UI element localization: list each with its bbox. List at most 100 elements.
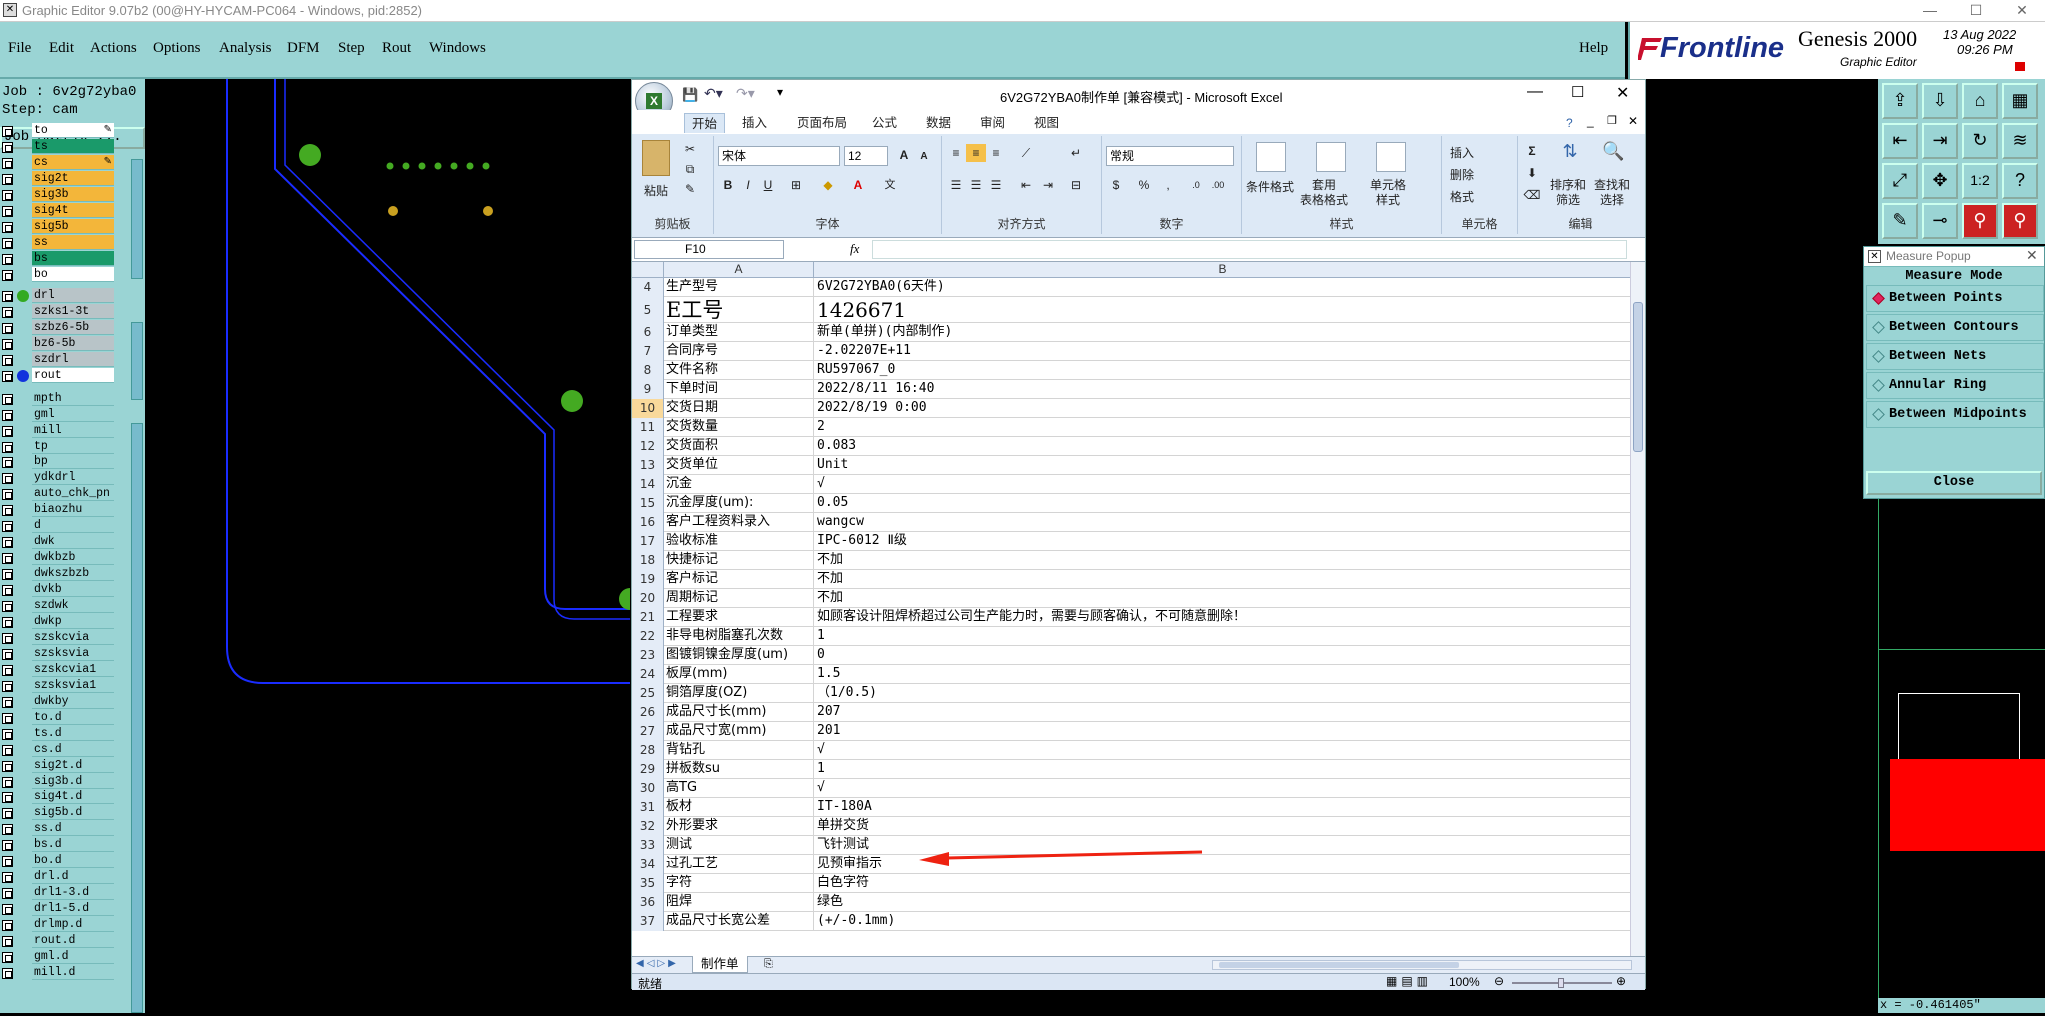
row-number[interactable]: 29 [632,760,664,779]
delete-cells-button[interactable]: 删除 [1450,166,1474,183]
zoom-slider-thumb[interactable] [1558,978,1564,988]
layer-checkbox[interactable] [2,648,13,660]
cell-b[interactable]: √ [814,741,1632,760]
row-number[interactable]: 14 [632,475,664,494]
layer-row[interactable]: szsksvia [0,645,118,662]
decrease-indent-icon[interactable]: ⇤ [1016,176,1036,194]
layer-name[interactable]: dwkszbzb [32,566,114,582]
layer-name[interactable]: rout.d [32,933,114,949]
layer-checkbox[interactable] [2,904,13,916]
layer-row[interactable]: tp [0,438,118,455]
row-number[interactable]: 15 [632,494,664,513]
row-number[interactable]: 21 [632,608,664,627]
layer-name[interactable]: szsksvia1 [32,677,114,693]
layer-row[interactable]: drl.d [0,869,118,885]
qat-customize-icon[interactable]: ▾ [777,85,783,99]
layer-row[interactable]: szks1-3t [0,304,118,320]
layer-name[interactable]: ts [32,139,114,155]
layer-name[interactable]: szskcvia1 [32,661,114,677]
layer-name[interactable]: drlmp.d [32,917,114,933]
layer-row[interactable]: dwkby [0,693,118,710]
cell-a[interactable]: 交货日期 [664,399,814,418]
mode-annular-ring[interactable]: Annular Ring [1866,372,2044,399]
layer-row[interactable]: szdwk [0,598,118,614]
menu-windows[interactable]: Windows [429,40,486,57]
name-box[interactable]: F10 [634,240,784,259]
layer-checkbox[interactable] [2,776,13,788]
layer-row[interactable]: bo.d [0,853,118,869]
layer-checkbox[interactable] [2,840,13,852]
align-middle-icon[interactable]: ≡ [966,144,986,162]
layer-row[interactable]: sig3b.d [0,773,118,790]
layer-name[interactable]: drl [32,288,114,304]
cell-a[interactable]: 快捷标记 [664,551,814,570]
menu-file[interactable]: File [8,40,31,57]
insert-cells-button[interactable]: 插入 [1450,144,1474,161]
menu-help[interactable]: Help [1579,40,1608,57]
worksheet-grid[interactable]: A B 4 生产型号 6V2G72YBA0(6天件) 5 E工号 1426671 6 订单类型… [632,262,1645,956]
row-number[interactable]: 22 [632,627,664,646]
cell-b[interactable]: 不加 [814,570,1632,589]
preview-pane[interactable]: x = -0.461405" [1878,499,2045,1013]
layer-row[interactable]: to.d [0,709,118,726]
cell-a[interactable]: 交货数量 [664,418,814,437]
cell-b[interactable]: IT-180A [814,798,1632,817]
layer-row[interactable]: sig2t [0,171,118,187]
cell-a[interactable]: 验收标准 [664,532,814,551]
orientation-icon[interactable]: ⟋ [1016,144,1036,162]
layer-row[interactable]: drl1-3.d [0,885,118,901]
increase-indent-icon[interactable]: ⇥ [1038,176,1058,194]
sort-filter-button[interactable]: 排序和 筛选 [1550,178,1586,208]
layer-name[interactable]: auto_chk_pn [32,486,114,502]
paste-icon[interactable] [642,140,670,176]
cell-b[interactable]: 2022/8/11 16:40 [814,380,1632,399]
layer-row[interactable]: sig4t [0,203,118,219]
layer-name[interactable]: bo [32,267,114,283]
cell-b[interactable]: 不加 [814,589,1632,608]
h-scroll-thumb[interactable] [1219,962,1459,968]
cell-b[interactable]: 6V2G72YBA0(6天件) [814,278,1632,297]
drill-icon[interactable]: ⊸ [1922,203,1958,239]
layer-row[interactable]: dvkb [0,582,118,598]
paste-button[interactable]: 粘贴 [644,182,668,199]
layer-checkbox[interactable] [2,585,13,597]
layer-name[interactable]: mpth [32,390,114,406]
cell-b[interactable]: 0.05 [814,494,1632,513]
qat-save-icon[interactable]: 💾 [682,87,698,103]
excel-maximize-icon[interactable]: ☐ [1571,83,1584,101]
layer-name[interactable]: szsksvia [32,645,114,661]
row-number[interactable]: 23 [632,646,664,665]
layer-checkbox[interactable] [2,370,13,382]
layer-checkbox[interactable] [2,323,13,335]
layer-checkbox[interactable] [2,728,13,740]
tab-view[interactable]: 视图 [1027,113,1066,133]
layer-checkbox[interactable] [2,174,13,186]
layer-checkbox[interactable] [2,824,13,836]
cell-b[interactable]: 1 [814,627,1632,646]
row-number[interactable]: 27 [632,722,664,741]
align-right-icon[interactable]: ☰ [986,176,1006,194]
align-bottom-icon[interactable]: ≡ [986,144,1006,162]
cell-b[interactable]: -2.02207E+11 [814,342,1632,361]
cell-a[interactable]: 沉金厚度(um): [664,494,814,513]
layer-scrollbar-drill[interactable] [131,322,143,400]
row-number[interactable]: 32 [632,817,664,836]
row-number[interactable]: 37 [632,912,664,931]
layer-row[interactable]: szsksvia1 [0,677,118,694]
zoom-in-icon[interactable]: ⊕ [1616,974,1626,988]
cell-a[interactable]: 过孔工艺 [664,855,814,874]
layer-checkbox[interactable] [2,291,13,303]
row-number[interactable]: 10 [632,399,664,418]
layer-name[interactable]: d [32,518,114,534]
layer-checkbox[interactable] [2,616,13,628]
row-number[interactable]: 12 [632,437,664,456]
layer-checkbox[interactable] [2,441,13,453]
row-number[interactable]: 13 [632,456,664,475]
layer-name[interactable]: drl1-5.d [32,901,114,917]
menu-rout[interactable]: Rout [382,40,411,57]
layer-name[interactable]: dwkbzb [32,550,114,566]
layer-name[interactable]: gml.d [32,949,114,964]
cell-b[interactable]: 2 [814,418,1632,437]
cell-a[interactable]: 字符 [664,874,814,893]
layer-checkbox[interactable] [2,967,13,979]
